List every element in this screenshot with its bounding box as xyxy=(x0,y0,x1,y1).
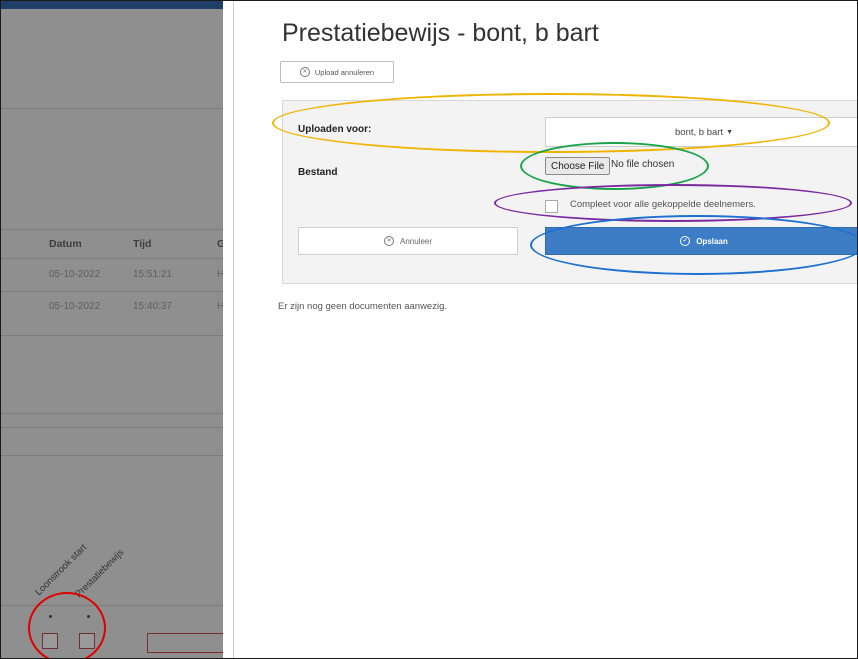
column-header-date[interactable]: Datum xyxy=(49,238,82,250)
row-time: 15:51:21 xyxy=(133,269,172,280)
divider xyxy=(1,258,234,259)
save-label: Opslaan xyxy=(696,236,728,246)
divider xyxy=(1,455,234,456)
check-circle-icon: ✓ xyxy=(680,236,691,246)
divider xyxy=(1,229,234,230)
upload-for-value: bont, b bart xyxy=(675,126,724,138)
row-time: 15:40:37 xyxy=(133,301,172,312)
no-file-text: No file chosen xyxy=(611,159,675,170)
cancel-label: Annuleer xyxy=(399,236,433,246)
page-title: Prestatiebewijs - bont, b bart xyxy=(282,19,599,47)
caret-down-icon: ▼ xyxy=(726,128,733,136)
background-input[interactable] xyxy=(147,633,229,653)
top-bar xyxy=(1,1,234,9)
save-button[interactable]: ✓ Opslaan xyxy=(545,227,857,255)
choose-file-button[interactable]: Choose File xyxy=(545,157,611,175)
close-circle-icon: ✕ xyxy=(383,236,394,246)
upload-for-select[interactable]: bont, b bart ▼ xyxy=(545,117,857,147)
divider xyxy=(1,335,234,336)
row-date: 05-10-2022 xyxy=(49,269,101,280)
background-page: Datum Tijd G 05-10-2022 15:51:21 H 05-10… xyxy=(1,1,234,658)
screenshot-frame: Datum Tijd G 05-10-2022 15:51:21 H 05-10… xyxy=(0,0,858,659)
divider xyxy=(1,291,234,292)
divider xyxy=(1,427,234,428)
no-documents-text: Er zijn nog geen documenten aanwezig. xyxy=(278,301,448,312)
divider xyxy=(1,413,234,414)
cancel-upload-button[interactable]: ✕ Upload annuleren xyxy=(280,61,394,83)
cancel-upload-label: Upload annuleren xyxy=(314,67,375,77)
close-circle-icon: ✕ xyxy=(299,67,310,77)
column-header-time[interactable]: Tijd xyxy=(133,238,151,250)
upload-form: Uploaden voor: bont, b bart ▼ Bestand Ch… xyxy=(282,100,857,284)
complete-all-checkbox[interactable] xyxy=(545,200,558,213)
cancel-button[interactable]: ✕ Annuleer xyxy=(298,227,518,255)
file-label: Bestand xyxy=(298,167,338,178)
upload-for-label: Uploaden voor: xyxy=(298,124,372,135)
row-date: 05-10-2022 xyxy=(49,301,101,312)
complete-all-label[interactable]: Compleet voor alle gekoppelde deelnemers… xyxy=(570,199,756,210)
upload-panel: Prestatiebewijs - bont, b bart ✕ Upload … xyxy=(234,1,857,658)
annotation-red-ellipse xyxy=(28,592,106,658)
divider xyxy=(1,108,234,109)
